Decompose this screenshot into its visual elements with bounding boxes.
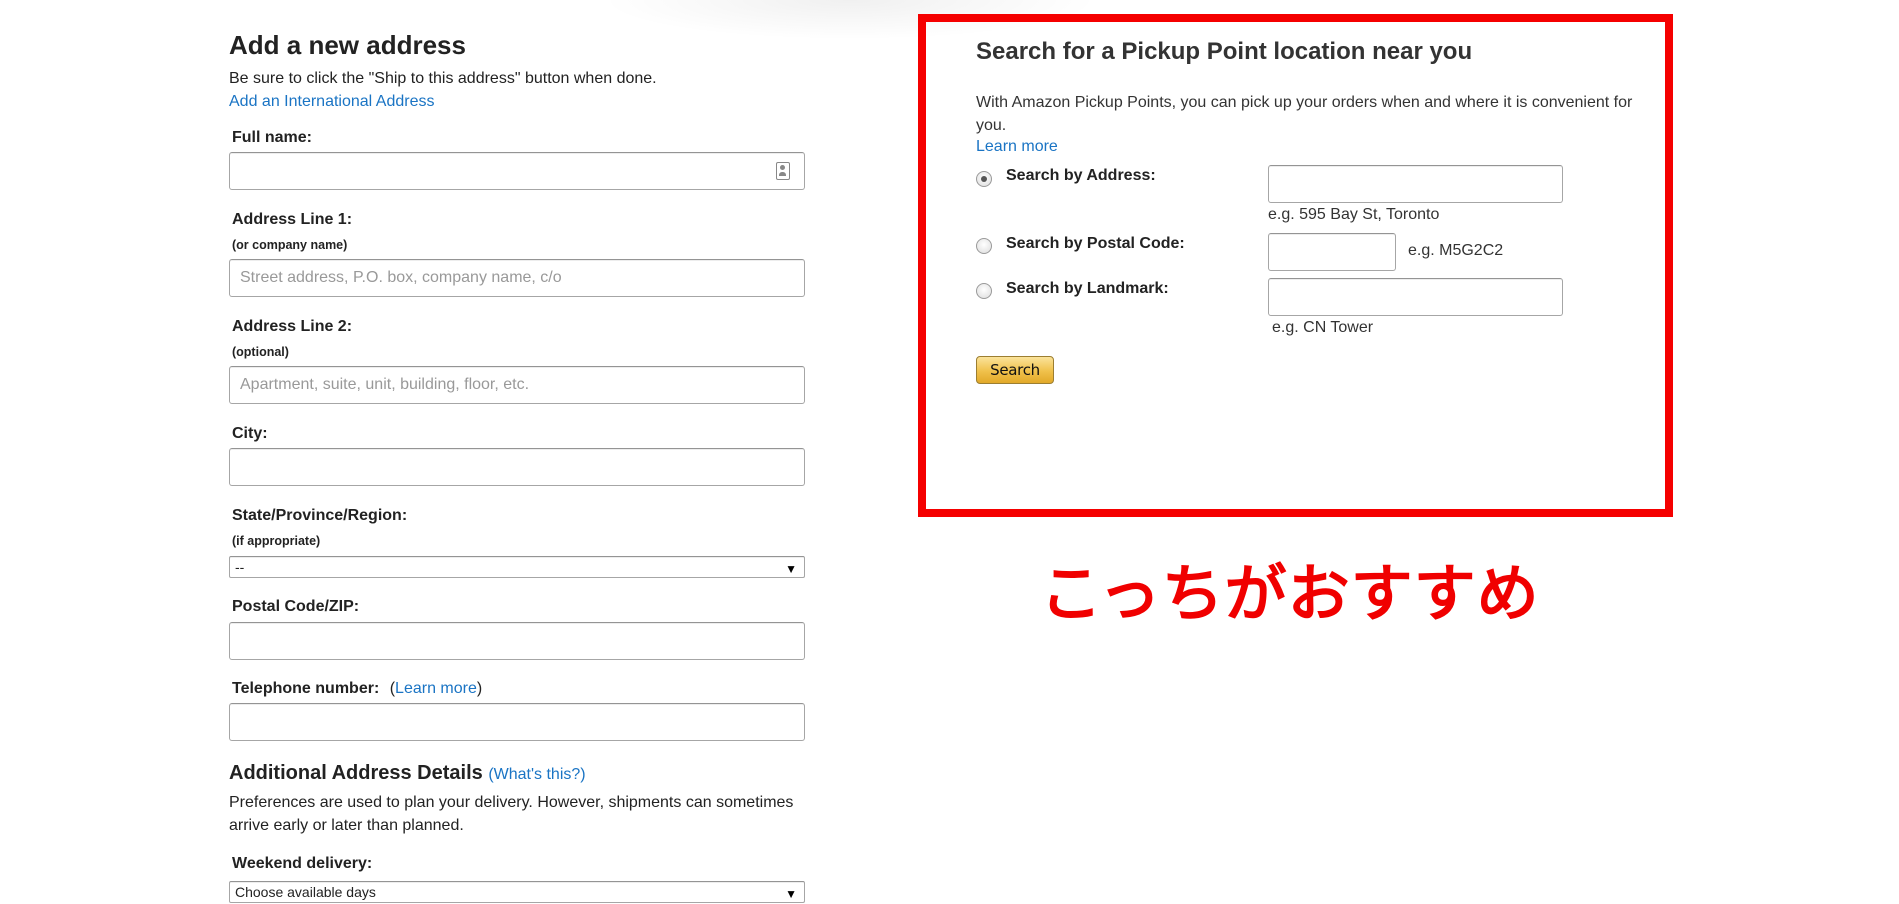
address-line-1-label: Address Line 1: (232, 211, 353, 228)
telephone-input[interactable] (229, 703, 805, 741)
additional-details-title: Additional Address Details (229, 762, 483, 784)
landmark-search-input[interactable] (1268, 278, 1563, 316)
instructions-text: Be sure to click the "Ship to this addre… (229, 70, 657, 87)
search-by-address-label: Search by Address: (1006, 167, 1156, 184)
address-hint: e.g. 595 Bay St, Toronto (1268, 206, 1440, 223)
city-label: City: (232, 425, 268, 442)
state-label: State/Province/Region: (232, 507, 408, 524)
telephone-close-paren: ) (476, 680, 483, 697)
pickup-point-panel: Search for a Pickup Point location near … (918, 14, 1673, 517)
postal-code-hint: e.g. M5G2C2 (1408, 242, 1504, 259)
radio-search-by-landmark[interactable] (976, 283, 992, 299)
state-select[interactable]: -- ▼ (229, 556, 805, 578)
weekend-delivery-label: Weekend delivery: (232, 855, 373, 872)
search-by-landmark-label: Search by Landmark: (1006, 280, 1169, 297)
international-address-link[interactable]: Add an International Address (229, 93, 434, 111)
state-selected-value: -- (235, 559, 245, 575)
weekend-delivery-select[interactable]: Choose available days ▼ (229, 881, 805, 903)
pickup-description: With Amazon Pickup Points, you can pick … (976, 94, 1633, 134)
recommendation-annotation: こっちがおすすめ (1040, 557, 1540, 630)
search-by-postal-code-label: Search by Postal Code: (1006, 235, 1185, 252)
postal-code-input[interactable] (229, 622, 805, 660)
radio-search-by-address[interactable] (976, 171, 992, 187)
postal-code-search-input[interactable] (1268, 233, 1396, 271)
address-line-1-input[interactable]: Street address, P.O. box, company name, … (229, 259, 805, 297)
whats-this-link[interactable]: (What's this?) (488, 766, 585, 783)
pickup-title: Search for a Pickup Point location near … (976, 38, 1473, 65)
city-input[interactable] (229, 448, 805, 486)
landmark-hint: e.g. CN Tower (1272, 319, 1374, 336)
additional-details-description: Preferences are used to plan your delive… (229, 794, 794, 834)
full-name-label: Full name: (232, 129, 313, 146)
radio-search-by-postal-code[interactable] (976, 238, 992, 254)
dropdown-arrow-icon: ▼ (785, 887, 797, 901)
full-name-input[interactable] (229, 152, 805, 190)
weekend-delivery-selected-value: Choose available days (235, 884, 376, 900)
address-line-2-label: Address Line 2: (232, 318, 353, 335)
pickup-learn-more-link[interactable]: Learn more (976, 138, 1058, 156)
page-title: Add a new address (229, 30, 466, 60)
telephone-label: Telephone number: (Learn more) (232, 680, 482, 698)
telephone-learn-more-link[interactable]: Learn more (395, 680, 477, 697)
address-line-1-sublabel: (or company name) (232, 238, 348, 252)
telephone-label-text: Telephone number: (232, 680, 380, 697)
address-line-2-sublabel: (optional) (232, 345, 289, 359)
address-search-input[interactable] (1268, 165, 1563, 203)
address-line-2-input[interactable]: Apartment, suite, unit, building, floor,… (229, 366, 805, 404)
postal-code-label: Postal Code/ZIP: (232, 598, 360, 615)
additional-details-heading: Additional Address Details (What's this?… (229, 762, 586, 785)
dropdown-arrow-icon: ▼ (785, 562, 797, 576)
contact-card-icon[interactable] (776, 162, 790, 180)
state-sublabel: (if appropriate) (232, 534, 321, 548)
search-button[interactable]: Search (976, 356, 1054, 384)
